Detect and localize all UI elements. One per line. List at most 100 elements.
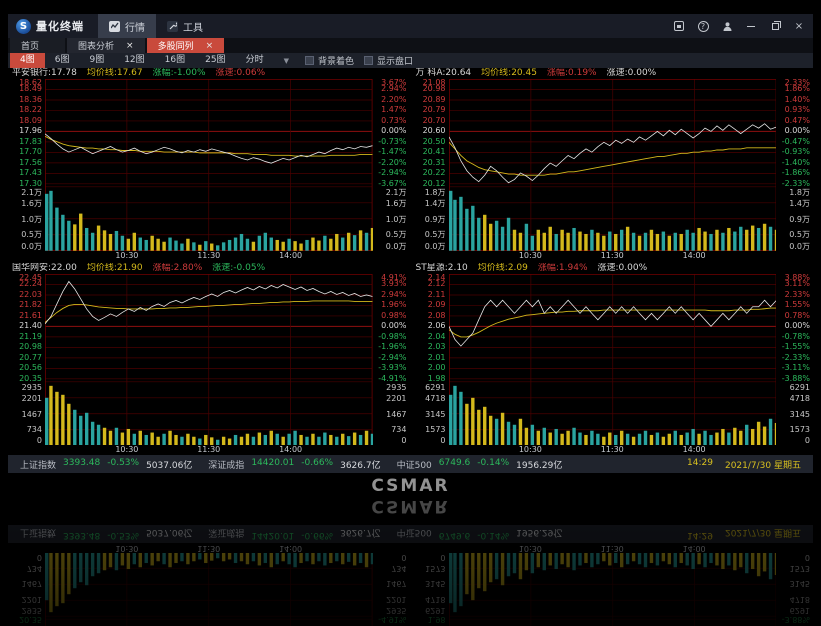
volume-bars [45, 553, 373, 613]
volume-tick: 0.0万 [789, 243, 810, 251]
close-tab-icon[interactable]: × [126, 41, 134, 51]
volume-tick: 3145 [425, 579, 445, 587]
help-button[interactable]: ? [697, 19, 709, 33]
view-button-5[interactable]: 25图 [195, 53, 235, 68]
csmar-logo-reflection: CSMAR [0, 496, 821, 514]
volume-tick: 0 [37, 437, 42, 445]
percent-tick: 1.40% [785, 96, 810, 104]
grid [45, 79, 373, 251]
change-label: 涨幅:-1.00% [153, 68, 206, 79]
show-orderbook-checkbox[interactable]: 显示盘口 [364, 54, 413, 67]
close-button[interactable]: × [793, 19, 805, 33]
index-quote-2[interactable]: 中证5006749.6-0.14%1956.29亿 [397, 527, 563, 540]
view-button-4[interactable]: 16图 [155, 53, 195, 68]
percent-tick: -2.33% [782, 180, 810, 188]
time-tick: 14:00 [279, 251, 302, 261]
theme-button[interactable] [673, 19, 685, 33]
intraday-plot-svg [45, 274, 373, 446]
chart-header: ST星源:2.10均价线:2.09涨幅:1.94%涨速:0.00% [412, 263, 814, 274]
percent-tick: 0.00% [785, 127, 810, 135]
volume-tick: 1573 [425, 564, 445, 572]
background-color-checkbox[interactable]: 背景着色 [305, 54, 354, 67]
price-tick: 2.12 [428, 280, 446, 288]
index-quote-1[interactable]: 深证成指14420.01-0.66%3626.7亿 [208, 458, 380, 471]
percent-tick: -1.40% [782, 159, 810, 167]
intraday-plot[interactable] [45, 274, 373, 446]
price-tick: 17.70 [19, 148, 42, 156]
volume-tick: 0 [401, 553, 406, 561]
percent-tick: 1.86% [785, 85, 810, 93]
volume-tick: 3145 [790, 579, 810, 587]
time-tick: 10:30 [519, 543, 542, 553]
price-tick: 2.09 [428, 301, 446, 309]
percent-axis: 4.91%3.93%2.94%1.96%0.98%0.00%-0.98%-1.9… [373, 553, 410, 626]
price-tick: 2.04 [428, 333, 446, 341]
time-axis-labels: 10:3011:3014:00 [45, 251, 373, 261]
index-quotes: 上证指数3393.48-0.53%5037.06亿 深证成指14420.01-0.… [20, 527, 578, 540]
time-tick: 11:30 [197, 445, 220, 455]
intraday-plot[interactable] [45, 79, 373, 251]
view-button-6[interactable]: 分时 [236, 53, 274, 68]
time-axis-labels: 10:3011:3014:00 [449, 543, 777, 553]
current-date: 2021/7/30 星期五 [725, 458, 801, 471]
time-tick: 10:30 [115, 445, 138, 455]
index-quotes: 上证指数3393.48-0.53%5037.06亿 深证成指14420.01-0.… [20, 458, 578, 471]
index-quote-1[interactable]: 深证成指14420.01-0.66%3626.7亿 [208, 527, 380, 540]
intraday-plot[interactable] [449, 274, 777, 446]
view-button-0[interactable]: 4图 [10, 53, 45, 68]
index-turnover: 3626.7亿 [340, 527, 381, 540]
price-tick: 20.50 [423, 138, 446, 146]
index-quote-0[interactable]: 上证指数3393.48-0.53%5037.06亿 [20, 527, 192, 540]
restore-button[interactable] [769, 19, 781, 33]
intraday-plot[interactable] [449, 79, 777, 251]
time-tick: 14:00 [683, 445, 706, 455]
index-value: 3393.48 [63, 527, 100, 540]
volume-tick: 2.1万 [386, 189, 407, 197]
view-button-1[interactable]: 6图 [45, 53, 80, 68]
price-tick: 20.79 [423, 106, 446, 114]
chart-panel-3: ST星源:2.10均价线:2.09涨幅:1.94%涨速:0.00%2.142.1… [412, 543, 814, 626]
index-quote-0[interactable]: 上证指数3393.48-0.53%5037.06亿 [20, 458, 192, 471]
volume-tick: 2201 [22, 595, 42, 603]
volume-tick: 2.1万 [21, 189, 42, 197]
volume-tick: 0.5万 [789, 231, 810, 239]
view-button-2[interactable]: 9图 [79, 53, 114, 68]
time-axis-labels: 10:3011:3014:00 [449, 445, 777, 455]
user-icon [722, 21, 733, 32]
menu-item-tools[interactable]: 工具 [156, 14, 214, 38]
price-tick: 2.00 [428, 364, 446, 372]
percent-tick: 1.96% [381, 301, 406, 309]
current-time: 14:29 [687, 458, 713, 471]
intraday-plot[interactable] [449, 553, 777, 626]
volume-tick: 3145 [790, 411, 810, 419]
speed-label: 涨速:0.06% [216, 68, 266, 79]
tab-0[interactable]: 首页 [10, 38, 65, 53]
volume-tick: 2201 [22, 395, 42, 403]
minimize-button[interactable] [745, 19, 757, 33]
view-button-3[interactable]: 12图 [114, 53, 154, 68]
volume-tick: 1573 [790, 426, 810, 434]
wrench-icon [167, 21, 178, 32]
index-quote-2[interactable]: 中证5006749.6-0.14%1956.29亿 [397, 458, 563, 471]
percent-tick: 3.11% [785, 280, 810, 288]
menu-item-market[interactable]: 行情 [98, 14, 156, 38]
close-tab-icon[interactable]: × [206, 41, 214, 51]
tab-1[interactable]: 图表分析× [67, 38, 145, 53]
time-axis-labels: 10:3011:3014:00 [45, 445, 373, 455]
volume-tick: 0 [805, 437, 810, 445]
price-axis: 22.4522.2422.0321.8221.6121.4021.1920.98… [8, 274, 45, 446]
title-bar: S 量化终端 行情 工具 ? [8, 14, 813, 38]
intraday-plot[interactable] [45, 553, 373, 626]
volume-tick: 4718 [790, 395, 810, 403]
time-tick: 11:30 [601, 251, 624, 261]
index-value: 6749.6 [439, 458, 471, 471]
intraday-plot-svg [449, 553, 777, 626]
index-turnover: 3626.7亿 [340, 458, 381, 471]
tab-2[interactable]: 多股同列× [147, 38, 225, 53]
price-tick: 21.61 [19, 312, 42, 320]
time-tick: 14:00 [683, 543, 706, 553]
app-reflection: S 量化终端 行情 工具 ? [8, 525, 813, 626]
index-value: 14420.01 [251, 458, 294, 471]
user-button[interactable] [721, 19, 733, 33]
chevron-down-icon[interactable]: ▼ [284, 57, 289, 65]
